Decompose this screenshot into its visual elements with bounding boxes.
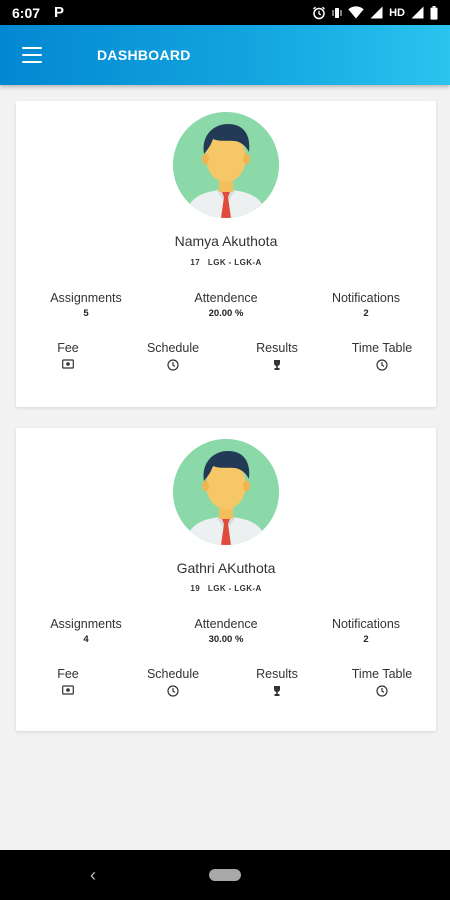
student-name: Gathri AKuthota xyxy=(176,560,276,576)
action-label: Time Table xyxy=(351,341,413,355)
stat-label: Notifications xyxy=(331,617,401,631)
wifi-icon xyxy=(348,6,364,19)
app-bar: DASHBOARD xyxy=(0,25,450,85)
stat-label: Attendence xyxy=(194,617,258,631)
action-label: Results xyxy=(256,667,298,681)
trophy-icon xyxy=(274,360,280,370)
student-actions: Fee Schedule Results Time Table xyxy=(16,341,436,377)
clock-icon xyxy=(167,359,179,371)
action-label: Fee xyxy=(57,667,79,681)
time-table-button[interactable]: Time Table xyxy=(337,667,427,697)
network-type: HD xyxy=(389,6,405,19)
student-actions: Fee Schedule Results Time Table xyxy=(16,667,436,703)
action-label: Schedule xyxy=(146,341,200,355)
student-card[interactable]: Gathri AKuthota 19 LGK - LGK-A Assignmen… xyxy=(16,428,436,731)
clock-icon xyxy=(376,685,388,697)
student-stats: Assignments 4 Attendence 30.00 % Notific… xyxy=(16,617,436,651)
schedule-button[interactable]: Schedule xyxy=(128,667,218,697)
stat-value: 20.00 % xyxy=(208,308,244,319)
trophy-icon xyxy=(274,686,280,696)
fee-button[interactable]: Fee xyxy=(23,341,113,371)
stat-value: 30.00 % xyxy=(208,634,244,645)
stat-value: 4 xyxy=(83,634,89,645)
stat-notifications[interactable]: Notifications 2 xyxy=(306,291,426,319)
stat-attendence[interactable]: Attendence 30.00 % xyxy=(166,617,286,645)
results-button[interactable]: Results xyxy=(232,341,322,371)
action-label: Fee xyxy=(57,341,79,355)
clock-icon xyxy=(376,359,388,371)
alarm-icon xyxy=(313,6,326,19)
stat-assignments[interactable]: Assignments 5 xyxy=(26,291,146,319)
stat-value: 2 xyxy=(363,634,369,645)
status-time: 6:07 xyxy=(12,4,41,21)
student-class: 17 LGK - LGK-A xyxy=(190,258,262,267)
schedule-button[interactable]: Schedule xyxy=(128,341,218,371)
fee-icon xyxy=(62,359,74,369)
back-icon[interactable]: ‹ xyxy=(90,865,96,886)
student-avatar xyxy=(173,439,279,545)
stat-attendence[interactable]: Attendence 20.00 % xyxy=(166,291,286,319)
student-card[interactable]: Namya Akuthota 17 LGK - LGK-A Assignment… xyxy=(16,101,436,407)
stat-label: Assignments xyxy=(50,291,122,305)
stat-value: 5 xyxy=(83,308,89,319)
status-bar: 6:07 P HD xyxy=(0,0,450,25)
student-stats: Assignments 5 Attendence 20.00 % Notific… xyxy=(16,291,436,325)
action-label: Schedule xyxy=(146,667,200,681)
vibrate-icon xyxy=(332,7,342,18)
stat-label: Assignments xyxy=(50,617,122,631)
action-label: Time Table xyxy=(351,667,413,681)
action-label: Results xyxy=(256,341,298,355)
signal-icon xyxy=(370,6,383,19)
student-avatar xyxy=(173,112,279,218)
app-notification-p-icon: P xyxy=(54,4,65,21)
time-table-button[interactable]: Time Table xyxy=(337,341,427,371)
home-pill-icon[interactable] xyxy=(209,869,241,881)
system-nav-bar: ‹ xyxy=(0,850,450,900)
student-class: 19 LGK - LGK-A xyxy=(190,584,262,593)
results-button[interactable]: Results xyxy=(232,667,322,697)
signal-icon-2 xyxy=(411,6,424,19)
stat-value: 2 xyxy=(363,308,369,319)
clock-icon xyxy=(167,685,179,697)
menu-icon[interactable] xyxy=(22,47,42,63)
stat-notifications[interactable]: Notifications 2 xyxy=(306,617,426,645)
fee-button[interactable]: Fee xyxy=(23,667,113,697)
battery-icon xyxy=(430,5,438,20)
stat-assignments[interactable]: Assignments 4 xyxy=(26,617,146,645)
stat-label: Attendence xyxy=(194,291,258,305)
stat-label: Notifications xyxy=(331,291,401,305)
student-name: Namya Akuthota xyxy=(174,233,278,249)
fee-icon xyxy=(62,685,74,695)
page-title: DASHBOARD xyxy=(97,47,191,63)
